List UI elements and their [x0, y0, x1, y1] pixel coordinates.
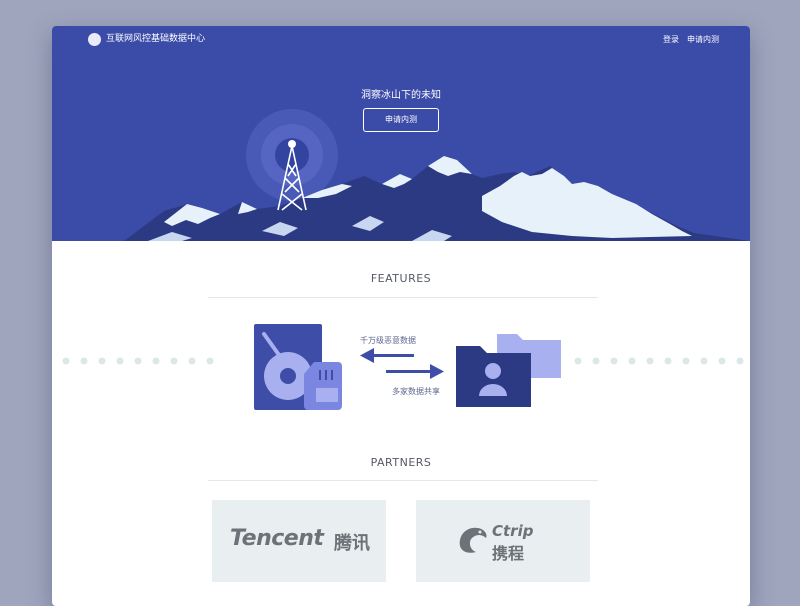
dotted-line-left: [62, 357, 214, 365]
arrow-right-icon: [386, 364, 444, 379]
malicious-data-label: 千万级恶意数据: [360, 336, 416, 345]
partner-card-tencent[interactable]: Tencent 腾讯: [212, 500, 386, 582]
dolphin-logo-icon: [459, 527, 487, 553]
arrow-left-icon: [360, 348, 414, 363]
apply-beta-link[interactable]: 申请内测: [687, 33, 719, 46]
partner-name-tencent-cn: 腾讯: [334, 533, 370, 554]
partners-divider: [208, 480, 598, 481]
app-window: 互联网风控基础数据中心 登录 申请内测 洞察冰山下的未知 申请内测 FEATUR…: [52, 26, 750, 606]
login-link[interactable]: 登录: [663, 33, 679, 46]
partner-card-ctrip[interactable]: Ctrip 携程: [416, 500, 590, 582]
folder-user-icon: [456, 346, 531, 407]
dotted-line-right: [574, 357, 744, 365]
partner-name-ctrip-cn: 携程: [492, 544, 525, 563]
hero-slogan: 洞察冰山下的未知: [361, 90, 441, 101]
sd-card-icon: [304, 362, 342, 410]
hero-banner: 互联网风控基础数据中心 登录 申请内测 洞察冰山下的未知 申请内测: [52, 26, 750, 241]
hero-illustration: [124, 109, 750, 241]
features-divider: [208, 297, 598, 298]
apply-beta-button[interactable]: 申请内测: [363, 108, 439, 132]
partner-name-tencent: Tencent: [230, 526, 324, 551]
features-illustration: [62, 324, 744, 410]
site-title[interactable]: 互联网风控基础数据中心: [106, 33, 205, 46]
features-title: FEATURES: [370, 272, 432, 285]
partners-title: PARTNERS: [370, 456, 432, 469]
data-sharing-label: 多家数据共享: [392, 387, 440, 396]
logo-icon[interactable]: [88, 33, 101, 46]
partner-name-ctrip: Ctrip: [492, 522, 534, 540]
